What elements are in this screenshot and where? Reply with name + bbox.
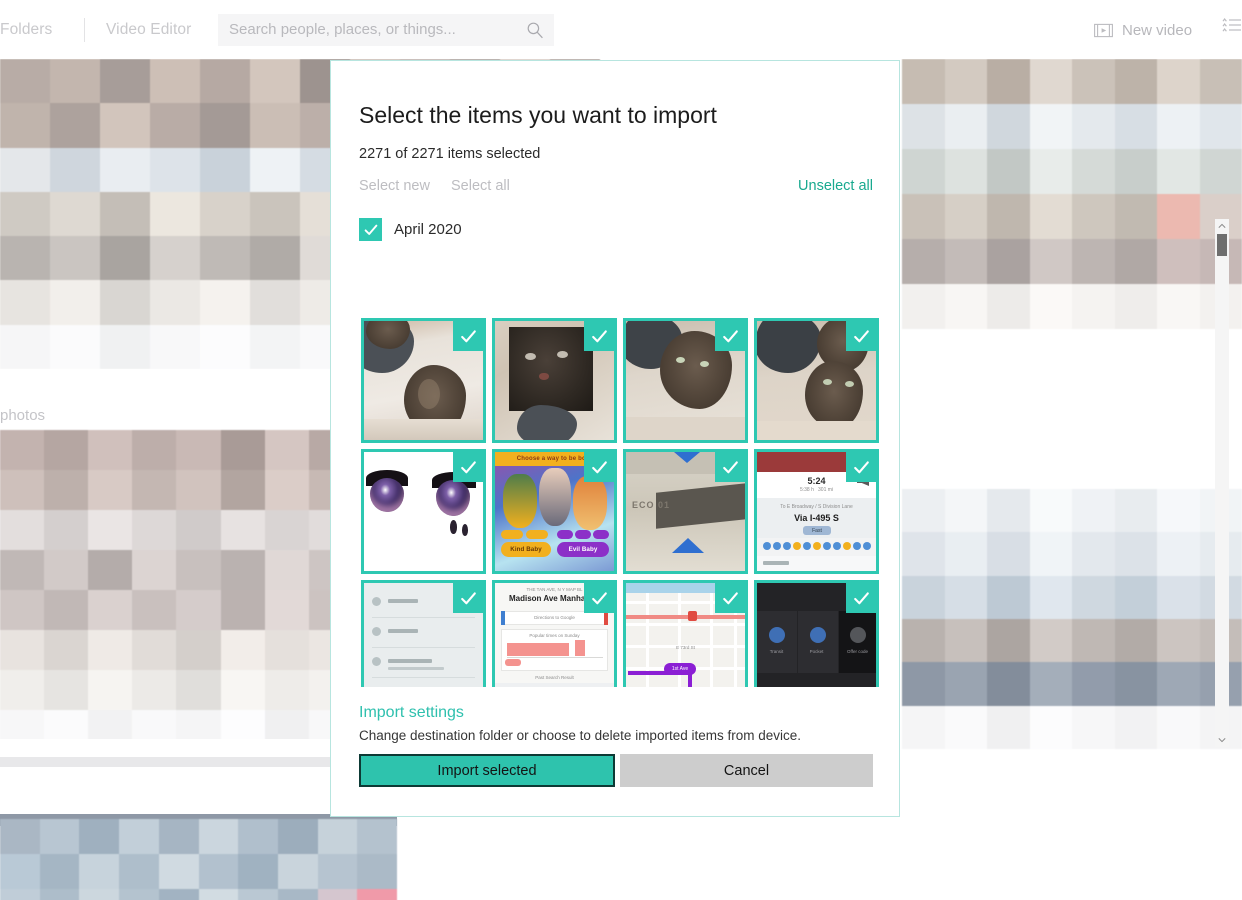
- checkmark-icon[interactable]: [584, 452, 614, 482]
- nav-item-video-editor[interactable]: Video Editor: [106, 21, 191, 39]
- checkmark-icon[interactable]: [584, 321, 614, 351]
- import-selected-button[interactable]: Import selected: [359, 754, 615, 787]
- selected-count-label: 2271 of 2271 items selected: [359, 146, 541, 162]
- thumbnail-item[interactable]: [361, 318, 486, 443]
- group-header-april-2020[interactable]: April 2020: [359, 218, 462, 241]
- sort-list-icon[interactable]: [1222, 17, 1242, 35]
- thumbnail-grid: Choose a way to be born Kind Baby Evil Bab…: [358, 255, 881, 687]
- backdrop-section-label: photos: [0, 407, 46, 424]
- thumbnail-item[interactable]: [492, 318, 617, 443]
- backdrop-mosaic-right-bottom: [902, 489, 1242, 749]
- selection-actions: Select new Select all Unselect all: [359, 178, 873, 198]
- checkmark-icon[interactable]: [453, 583, 483, 613]
- thumbnail-item[interactable]: [361, 449, 486, 574]
- thumbnail-item[interactable]: THE TAN AVE, N Y MAP BL Madison Ave Manha…: [492, 580, 617, 687]
- thumbnail-item[interactable]: ECO 01: [623, 449, 748, 574]
- unselect-all-button[interactable]: Unselect all: [798, 178, 873, 194]
- thumbnail-item[interactable]: [754, 318, 879, 443]
- chevron-up-icon[interactable]: [1215, 219, 1229, 233]
- thumbnail-item[interactable]: Choose a way to be born Kind Baby Evil Bab…: [492, 449, 617, 574]
- checkmark-icon[interactable]: [715, 452, 745, 482]
- checkmark-icon[interactable]: [846, 321, 876, 351]
- new-video-button[interactable]: New video: [1094, 15, 1192, 45]
- thumbnail-item[interactable]: Transit Pocket Offer code: [754, 580, 879, 687]
- photos-app-window: photos Folders Video Editor Search peopl…: [0, 0, 1242, 900]
- top-navigation-bar: Folders Video Editor Search people, plac…: [0, 0, 1242, 59]
- video-frame-icon: [1094, 23, 1113, 38]
- group-label: April 2020: [394, 221, 462, 238]
- backdrop-mosaic-right-top: [902, 59, 1242, 329]
- checkmark-icon[interactable]: [846, 583, 876, 613]
- dialog-title: Select the items you want to import: [359, 102, 717, 128]
- import-settings-description: Change destination folder or choose to d…: [359, 728, 801, 743]
- grid-scrollbar[interactable]: [1215, 219, 1229, 747]
- thumbnail-item[interactable]: [623, 318, 748, 443]
- chevron-down-icon[interactable]: [1215, 733, 1229, 747]
- search-icon[interactable]: [526, 21, 544, 39]
- import-settings-link[interactable]: Import settings: [359, 704, 464, 722]
- thumbnail-grid-scroll-area[interactable]: Choose a way to be born Kind Baby Evil Bab…: [358, 255, 881, 687]
- thumbnail-item[interactable]: 1st Ave E 73rd St: [623, 580, 748, 687]
- select-all-button[interactable]: Select all: [451, 178, 510, 194]
- backdrop-mosaic-left-bottom: [0, 819, 397, 900]
- checkmark-icon[interactable]: [584, 583, 614, 613]
- checkmark-icon[interactable]: [453, 452, 483, 482]
- checkmark-icon[interactable]: [359, 218, 382, 241]
- thumbnail-item[interactable]: 5:24 5:38 h 301 mi To E Broadway / S Divis…: [754, 449, 879, 574]
- checkmark-icon[interactable]: [846, 452, 876, 482]
- import-items-dialog: Select the items you want to import 2271…: [330, 60, 1229, 817]
- nav-item-folders[interactable]: Folders: [0, 21, 52, 39]
- checkmark-icon[interactable]: [715, 321, 745, 351]
- cancel-button[interactable]: Cancel: [620, 754, 873, 787]
- new-video-label: New video: [1122, 21, 1193, 39]
- search-placeholder-text: Search people, places, or things...: [229, 21, 456, 38]
- thumbnail-item[interactable]: [361, 580, 486, 687]
- search-input[interactable]: Search people, places, or things...: [218, 14, 554, 46]
- checkmark-icon[interactable]: [715, 583, 745, 613]
- checkmark-icon[interactable]: [453, 321, 483, 351]
- scrollbar-thumb[interactable]: [1217, 234, 1227, 256]
- nav-divider: [84, 18, 85, 42]
- select-new-button[interactable]: Select new: [359, 178, 430, 194]
